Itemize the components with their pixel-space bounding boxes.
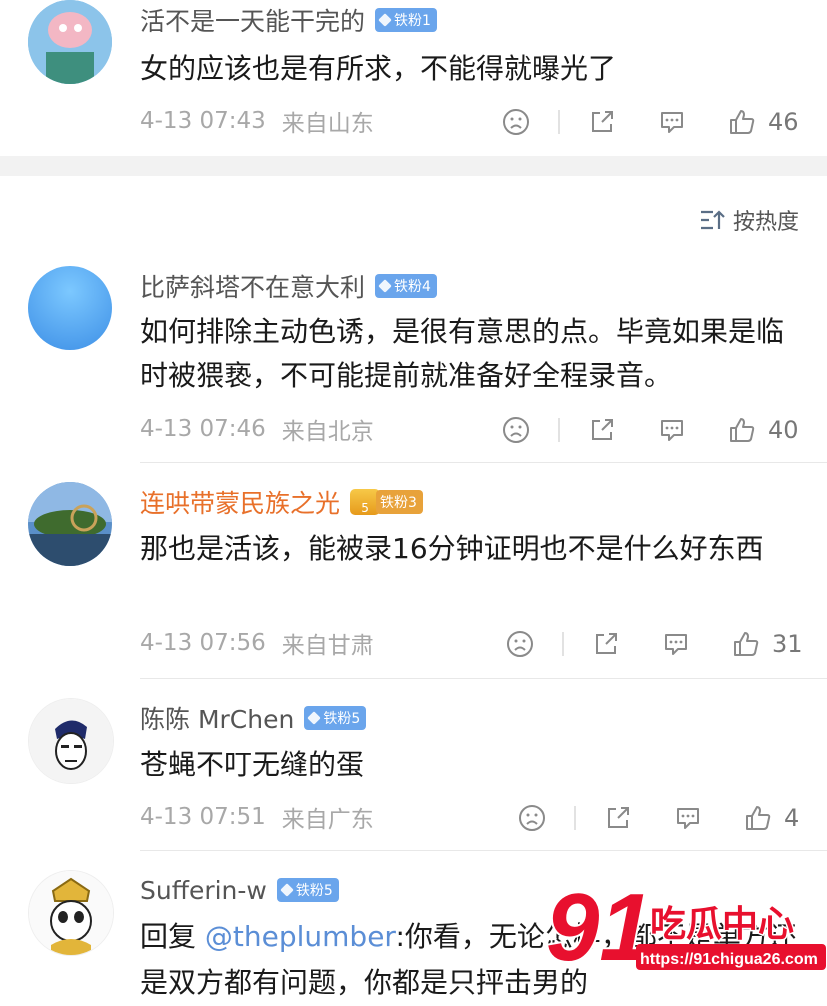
- comment-text: 那也是活该，能被录16分钟证明也不是什么好东西: [140, 532, 764, 565]
- fan-badge: 铁粉4: [375, 274, 437, 298]
- divider: [562, 632, 564, 656]
- username[interactable]: 连哄带蒙民族之光: [140, 484, 340, 520]
- diamond-icon: [378, 279, 392, 293]
- comment-meta: 4-13 07:43 来自山东: [140, 106, 374, 137]
- like-count: 4: [784, 804, 800, 832]
- frown-icon[interactable]: [516, 802, 548, 834]
- comment-header: 陈陈 MrChen 铁粉5: [140, 700, 367, 736]
- comment-divider: [140, 850, 827, 851]
- fan-badge: 铁粉5: [276, 878, 339, 902]
- username[interactable]: Sufferin-w: [140, 876, 267, 905]
- diamond-icon: [280, 883, 294, 897]
- diamond-icon: [378, 13, 392, 27]
- timestamp: 4-13 07:51: [140, 804, 266, 830]
- timestamp: 4-13 07:43: [140, 108, 266, 134]
- comment-icon[interactable]: [660, 628, 692, 660]
- thumbs-up-icon[interactable]: [726, 414, 758, 446]
- comment-divider: [140, 678, 827, 679]
- section-gap: [0, 156, 827, 176]
- comment-header: 连哄带蒙民族之光 5 铁粉3: [140, 484, 423, 520]
- comment-meta: 4-13 07:51 来自广东: [140, 802, 374, 833]
- thumbs-up-icon[interactable]: [730, 628, 762, 660]
- avatar[interactable]: [28, 698, 114, 784]
- comment-icon[interactable]: [656, 106, 688, 138]
- avatar[interactable]: [28, 0, 112, 84]
- frown-icon[interactable]: [500, 106, 532, 138]
- avatar[interactable]: [28, 482, 112, 566]
- comment-actions: 40: [500, 412, 799, 448]
- comment-text: 女的应该也是有所求，不能得就曝光了: [140, 52, 617, 85]
- thumbs-up-icon[interactable]: [742, 802, 774, 834]
- comment-meta: 4-13 07:56 来自甘肃: [140, 628, 374, 659]
- sort-label: 按热度: [732, 210, 799, 235]
- like-count: 46: [768, 108, 799, 136]
- avatar[interactable]: [28, 870, 114, 956]
- share-icon[interactable]: [586, 106, 618, 138]
- timestamp: 4-13 07:46: [140, 416, 266, 442]
- fan-badge: 铁粉5: [304, 706, 367, 730]
- share-icon[interactable]: [586, 414, 618, 446]
- location: 来自广东: [281, 807, 374, 833]
- frown-icon[interactable]: [504, 628, 536, 660]
- comment-header: 比萨斜塔不在意大利 铁粉4: [140, 268, 437, 304]
- mention-link[interactable]: @theplumber: [205, 920, 396, 953]
- location: 来自北京: [281, 419, 374, 445]
- comment-header: Sufferin-w 铁粉5: [140, 872, 339, 908]
- sort-icon: [700, 210, 725, 230]
- divider: [558, 418, 560, 442]
- watermark-logo: 91 吃瓜中心 https://91chigua26.com: [540, 872, 827, 987]
- comment-actions: 46: [500, 104, 799, 140]
- divider: [558, 110, 560, 134]
- username[interactable]: 陈陈 MrChen: [140, 700, 294, 736]
- location: 来自甘肃: [281, 633, 374, 659]
- comment-text: 如何排除主动色诱，是很有意思的点。毕竟如果是临时被猥亵，不可能提前就准备好全程录…: [140, 315, 785, 392]
- avatar[interactable]: [28, 266, 112, 350]
- watermark-url: https://91chigua26.com: [640, 951, 818, 968]
- username[interactable]: 活不是一天能干完的: [140, 2, 365, 38]
- frown-icon[interactable]: [500, 414, 532, 446]
- divider: [574, 806, 576, 830]
- svg-text:吃瓜中心: 吃瓜中心: [650, 904, 794, 945]
- diamond-icon: [307, 711, 322, 725]
- location: 来自山东: [281, 111, 374, 137]
- fan-badge: 铁粉3: [376, 490, 423, 514]
- thumbs-up-icon[interactable]: [726, 106, 758, 138]
- username[interactable]: 比萨斜塔不在意大利: [140, 268, 365, 304]
- share-icon[interactable]: [590, 628, 622, 660]
- fan-badge: 铁粉1: [375, 8, 437, 32]
- like-count: 40: [768, 416, 799, 444]
- share-icon[interactable]: [602, 802, 634, 834]
- comment-actions: 4: [516, 800, 799, 836]
- like-count: 31: [772, 630, 803, 658]
- comment-actions: 31: [504, 626, 803, 662]
- timestamp: 4-13 07:56: [140, 630, 266, 656]
- comment-icon[interactable]: [672, 802, 704, 834]
- comment-header: 活不是一天能干完的 铁粉1: [140, 2, 437, 38]
- comment-icon[interactable]: [656, 414, 688, 446]
- comment-divider: [140, 462, 827, 463]
- sort-toggle[interactable]: 按热度: [699, 204, 799, 236]
- comment-meta: 4-13 07:46 来自北京: [140, 414, 374, 445]
- comment-text: 苍蝇不叮无缝的蛋: [140, 748, 365, 781]
